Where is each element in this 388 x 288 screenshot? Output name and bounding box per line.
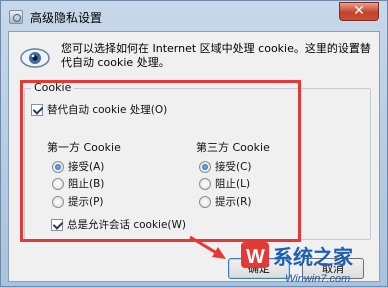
red-arrow-icon bbox=[189, 235, 226, 259]
watermark-logo: W 系统之家 Winwin7.com bbox=[241, 242, 354, 285]
description-text: 您可以选择如何在 Internet 区域中处理 cookie。这里的设置替代自动… bbox=[61, 42, 371, 69]
title-bar: 高级隐私设置 ✕ bbox=[1, 1, 387, 31]
eye-icon bbox=[20, 48, 50, 68]
watermark-site: Winwin7.com bbox=[285, 273, 350, 285]
advanced-privacy-dialog: 高级隐私设置 ✕ 您可以选择如何在 Internet 区域中处理 cookie。… bbox=[0, 0, 388, 287]
watermark-brand: 系统之家 bbox=[273, 245, 354, 269]
privacy-app-icon bbox=[9, 10, 23, 24]
close-button[interactable]: ✕ bbox=[339, 2, 379, 21]
watermark-letter: W bbox=[246, 246, 265, 268]
window-title: 高级隐私设置 bbox=[30, 11, 103, 25]
red-highlight-box bbox=[20, 80, 301, 242]
